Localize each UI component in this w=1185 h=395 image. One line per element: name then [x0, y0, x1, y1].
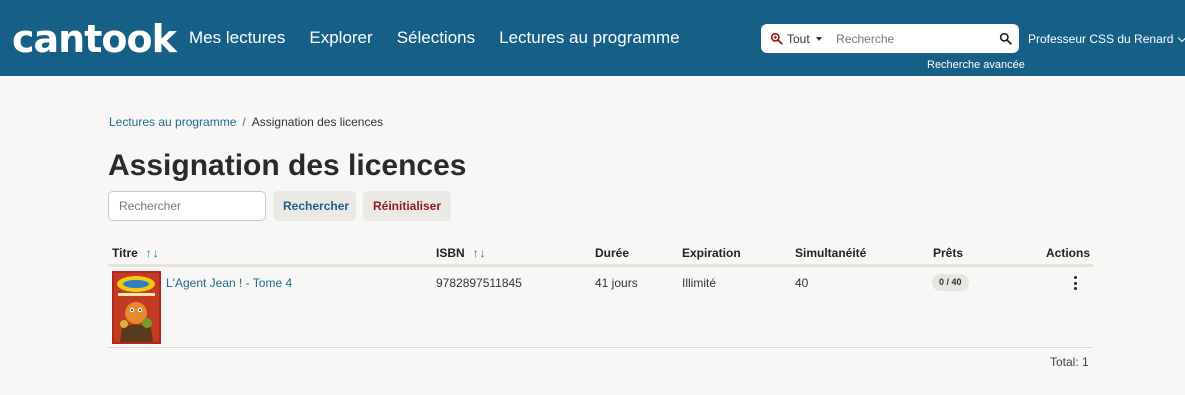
breadcrumb: Lectures au programme / Assignation des … — [109, 115, 383, 129]
global-search: Tout — [761, 24, 1019, 53]
expiration-cell: Illimité — [682, 276, 717, 290]
filter-search-input[interactable] — [108, 191, 266, 221]
column-header-actions: Actions — [1046, 246, 1091, 260]
column-header-loans: Prêts — [933, 246, 964, 260]
breadcrumb-current: Assignation des licences — [251, 115, 384, 129]
column-header-title[interactable]: Titre ↑↓ — [112, 246, 160, 260]
book-title-link[interactable]: L'Agent Jean ! - Tome 4 — [166, 276, 292, 290]
table-row: L'Agent Jean ! - Tome 4 9782897511845 41… — [108, 267, 1093, 348]
nav-mes-lectures[interactable]: Mes lectures — [189, 28, 285, 48]
column-label-title: Titre — [112, 246, 138, 260]
search-button[interactable]: Rechercher — [273, 191, 356, 221]
column-header-concurrency: Simultanéité — [795, 246, 867, 260]
book-cover-image[interactable] — [112, 271, 161, 344]
top-navbar: cantook Mes lectures Explorer Sélections… — [0, 0, 1185, 76]
column-header-isbn[interactable]: ISBN ↑↓ — [436, 246, 487, 260]
advanced-search-link[interactable]: Recherche avancée — [927, 59, 1025, 71]
user-menu[interactable]: Professeur CSS du Renard — [1028, 32, 1185, 46]
concurrency-cell: 40 — [795, 276, 809, 290]
search-submit-button[interactable] — [991, 24, 1019, 53]
user-name: Professeur CSS du Renard — [1028, 32, 1174, 46]
page-title: Assignation des licences — [108, 149, 467, 182]
duration-cell: 41 jours — [595, 276, 638, 290]
cantook-logo[interactable]: cantook — [12, 16, 177, 62]
kebab-dot — [1073, 276, 1077, 279]
breadcrumb-lectures-au-programme[interactable]: Lectures au programme — [109, 115, 236, 129]
row-actions-menu-icon[interactable] — [1068, 275, 1082, 291]
search-icon — [999, 32, 1012, 45]
search-scope-icon — [770, 32, 783, 45]
table-header: Titre ↑↓ ISBN ↑↓ Durée Expiration Simultan… — [108, 238, 1093, 267]
search-scope-label: Tout — [787, 31, 810, 46]
table-total: Total: 1 — [1050, 355, 1089, 369]
column-header-duration: Durée — [595, 246, 630, 260]
reset-button[interactable]: Réinitialiser — [363, 191, 451, 221]
chevron-down-icon — [1178, 33, 1185, 42]
isbn-cell: 9782897511845 — [436, 276, 522, 290]
main-nav: Mes lectures Explorer Sélections Lecture… — [189, 28, 680, 48]
search-input[interactable] — [832, 24, 992, 53]
search-scope-dropdown[interactable]: Tout — [761, 24, 832, 53]
kebab-dot — [1073, 287, 1077, 290]
loans-badge: 0 / 40 — [932, 274, 969, 291]
sort-arrows-icon[interactable]: ↑↓ — [473, 246, 487, 260]
column-label-isbn: ISBN — [436, 246, 465, 260]
sort-arrows-icon[interactable]: ↑↓ — [146, 246, 160, 260]
breadcrumb-separator: / — [242, 115, 246, 129]
nav-explorer[interactable]: Explorer — [309, 28, 372, 48]
column-header-expiration: Expiration — [682, 246, 741, 260]
nav-lectures-au-programme[interactable]: Lectures au programme — [499, 28, 679, 48]
caret-down-icon — [815, 36, 822, 41]
kebab-dot — [1073, 281, 1077, 285]
nav-selections[interactable]: Sélections — [397, 28, 475, 48]
